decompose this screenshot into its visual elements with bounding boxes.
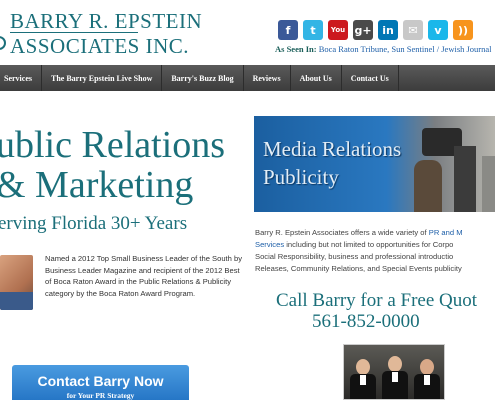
person-figure — [350, 359, 376, 399]
portrait-shirt — [0, 292, 33, 310]
nav-item-services[interactable]: Services — [0, 65, 42, 91]
logo-line2[interactable]: ASSOCIATES INC. — [10, 34, 189, 59]
twitter-icon[interactable]: t — [303, 20, 323, 40]
cameraman-shape — [454, 146, 476, 212]
rss-icon[interactable]: )) — [453, 20, 473, 40]
banner-line1: Media Relations — [263, 137, 402, 161]
desc-line3: Social Responsibility, business and prof… — [255, 252, 454, 261]
person-figure — [414, 359, 440, 399]
contact-button-sublabel: for Your PR Strategy — [66, 391, 135, 400]
hero-headline-line1: ublic Relations — [0, 124, 226, 166]
email-icon[interactable]: ✉ — [403, 20, 423, 40]
banner-line2: Publicity — [263, 165, 339, 189]
social-icons: f t You g+ in ✉ v )) — [278, 20, 473, 40]
nav-item-about[interactable]: About Us — [291, 65, 342, 91]
main-nav: Services The Barry Epstein Live Show Bar… — [0, 65, 495, 91]
person-figure — [382, 356, 408, 399]
services-description: Barry R. Epstein Associates offers a wid… — [255, 227, 495, 275]
bystander-shape — [482, 156, 495, 212]
nav-item-live-show[interactable]: The Barry Epstein Live Show — [42, 65, 163, 91]
media-relations-banner[interactable]: Media Relations Publicity — [254, 116, 495, 212]
contact-button-label: Contact Barry Now — [37, 373, 164, 389]
nav-item-blog[interactable]: Barry's Buzz Blog — [162, 65, 244, 91]
reporter-shape — [414, 160, 442, 212]
desc-line2: including but not limited to opportuniti… — [284, 240, 454, 249]
facebook-icon[interactable]: f — [278, 20, 298, 40]
as-seen-in: As Seen In: Boca Raton Tribune, Sun Sent… — [275, 44, 492, 54]
bio-text: Named a 2012 Top Small Business Leader o… — [45, 254, 242, 298]
desc-line1: Barry R. Epstein Associates offers a wid… — [255, 228, 429, 237]
nav-item-contact[interactable]: Contact Us — [342, 65, 399, 91]
as-seen-in-label: As Seen In: — [275, 44, 317, 54]
desc-line4: Releases, Community Relations, and Speci… — [255, 264, 462, 273]
as-seen-in-outlets[interactable]: Boca Raton Tribune, Sun Sentinel / Jewis… — [319, 44, 492, 54]
site-header: BARRY R. EPSTEIN ASSOCIATES INC. f t You… — [0, 0, 495, 65]
linkedin-icon[interactable]: in — [378, 20, 398, 40]
services-link[interactable]: Services — [255, 240, 284, 249]
hero-tagline: erving Florida 30+ Years — [0, 213, 188, 234]
pr-services-link[interactable]: PR and M — [429, 228, 463, 237]
youtube-icon[interactable]: You — [328, 20, 348, 40]
call-barry-heading: Call Barry for a Free Quot — [276, 290, 478, 311]
hero-headline-line2: & Marketing — [0, 164, 194, 206]
phone-number[interactable]: 561-852-0000 — [312, 311, 420, 333]
nav-item-reviews[interactable]: Reviews — [244, 65, 291, 91]
logo-mark-icon[interactable] — [0, 36, 6, 50]
vimeo-icon[interactable]: v — [428, 20, 448, 40]
google-plus-icon[interactable]: g+ — [353, 20, 373, 40]
contact-barry-button[interactable]: Contact Barry Now for Your PR Strategy — [12, 365, 189, 400]
logo-line1[interactable]: BARRY R. EPSTEIN — [10, 9, 202, 34]
logo-divider — [10, 32, 138, 33]
group-photo — [343, 344, 445, 400]
portrait-photo — [0, 255, 33, 310]
